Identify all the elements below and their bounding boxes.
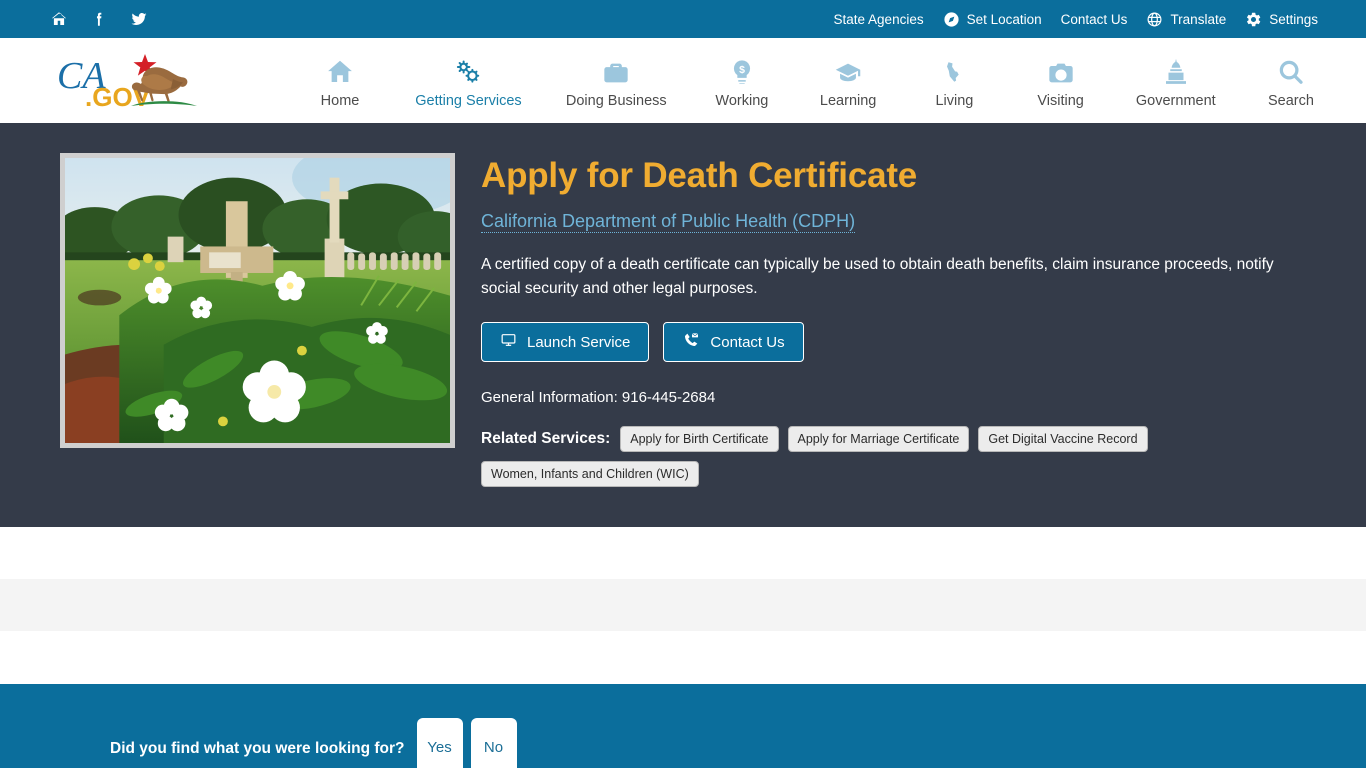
twitter-icon[interactable] [130, 10, 148, 28]
nav-item-getting-services[interactable]: Getting Services [415, 53, 522, 109]
related-service-tag[interactable]: Get Digital Vaccine Record [978, 426, 1148, 453]
feedback-no-button[interactable]: No [470, 718, 517, 768]
launch-service-button[interactable]: Launch Service [481, 322, 650, 363]
nav-item-label: Home [320, 92, 360, 109]
state-agencies-label: State Agencies [833, 11, 924, 27]
main-navigation: CA .GOV Home Getting Services Doing Busi… [0, 38, 1366, 123]
nav-item-visiting[interactable]: Visiting [1030, 53, 1092, 109]
service-description: A certified copy of a death certificate … [481, 255, 1274, 298]
related-service-tag[interactable]: Women, Infants and Children (WIC) [481, 461, 699, 488]
utility-links: State Agencies Set Location Contact Us T… [834, 11, 1318, 28]
hero-section: Apply for Death Certificate California D… [0, 123, 1366, 528]
translate-label: Translate [1170, 11, 1227, 27]
nav-item-doing-business[interactable]: Doing Business [566, 53, 667, 109]
nav-item-living[interactable]: Living [923, 53, 985, 109]
contact-us-link[interactable]: Contact Us [1061, 12, 1128, 27]
feedback-yes-button[interactable]: Yes [416, 718, 463, 768]
launch-service-label: Launch Service [527, 333, 631, 351]
feedback-buttons: Yes No [416, 718, 517, 768]
settings-link[interactable]: Settings [1245, 11, 1318, 28]
nav-item-learning[interactable]: Learning [817, 53, 879, 109]
nav-item-government[interactable]: Government [1136, 53, 1216, 109]
nav-item-label: Search [1267, 92, 1314, 109]
agency-link[interactable]: California Department of Public Health (… [481, 211, 856, 233]
ca-gov-logo[interactable]: CA .GOV [55, 46, 285, 116]
phone-envelope-icon [682, 332, 700, 352]
gears-icon [451, 53, 485, 87]
service-image-frame [60, 153, 455, 448]
camera-icon [1044, 53, 1078, 87]
nav-item-label: Visiting [1037, 92, 1084, 109]
feedback-bar: Did you find what you were looking for? … [0, 684, 1366, 768]
lightbulb-dollar-icon: $ [728, 53, 756, 87]
utility-bar: State Agencies Set Location Contact Us T… [0, 0, 1366, 38]
settings-label: Settings [1269, 11, 1318, 27]
nav-item-search[interactable]: Search [1260, 53, 1322, 109]
svg-text:$: $ [739, 64, 745, 76]
contact-us-button[interactable]: Contact Us [663, 322, 804, 363]
nav-item-label: Living [935, 92, 974, 109]
related-service-tag[interactable]: Apply for Marriage Certificate [787, 426, 970, 453]
gear-icon [1245, 11, 1262, 28]
briefcase-icon [600, 53, 632, 87]
nav-item-label: Government [1135, 92, 1216, 109]
related-services: Related Services: Apply for Birth Certif… [481, 426, 1211, 488]
action-button-row: Launch Service Contact Us [481, 322, 1326, 363]
contact-us-label: Contact Us [710, 333, 785, 351]
content-band-white-top [0, 527, 1366, 580]
capitol-icon [1161, 53, 1191, 87]
feedback-question: Did you find what you were looking for? [110, 740, 405, 758]
page-title: Apply for Death Certificate [481, 156, 918, 195]
globe-icon [1146, 11, 1163, 28]
nav-item-working[interactable]: $ Working [711, 53, 773, 109]
compass-icon [943, 11, 960, 28]
translate-link[interactable]: Translate [1146, 11, 1226, 28]
nav-item-home[interactable]: Home [309, 53, 371, 109]
nav-item-label: Doing Business [565, 92, 667, 109]
nav-item-label: Learning [819, 92, 877, 109]
content-band-white-bottom [0, 631, 1366, 685]
set-location-label: Set Location [966, 11, 1042, 27]
social-icon-group [50, 10, 148, 28]
related-service-tag[interactable]: Apply for Birth Certificate [620, 426, 779, 453]
content-band-gray [0, 579, 1366, 632]
california-state-icon [942, 53, 966, 87]
nav-item-label: Getting Services [415, 92, 522, 109]
graduation-cap-icon [832, 53, 864, 87]
cemetery-image [65, 158, 450, 443]
general-information: General Information: 916-445-2684 [481, 389, 716, 407]
home-icon[interactable] [50, 10, 68, 28]
related-services-label: Related Services: [481, 430, 611, 448]
home-icon [324, 53, 356, 87]
contact-us-label: Contact Us [1060, 11, 1128, 27]
search-icon [1276, 53, 1306, 87]
state-agencies-link[interactable]: State Agencies [834, 12, 924, 27]
facebook-icon[interactable] [90, 10, 108, 28]
nav-item-label: Working [715, 92, 769, 109]
nav-items: Home Getting Services Doing Business $ W… [285, 53, 1326, 109]
hero-content: Apply for Death Certificate California D… [481, 153, 1326, 488]
monitor-icon [500, 332, 517, 352]
set-location-link[interactable]: Set Location [943, 11, 1042, 28]
